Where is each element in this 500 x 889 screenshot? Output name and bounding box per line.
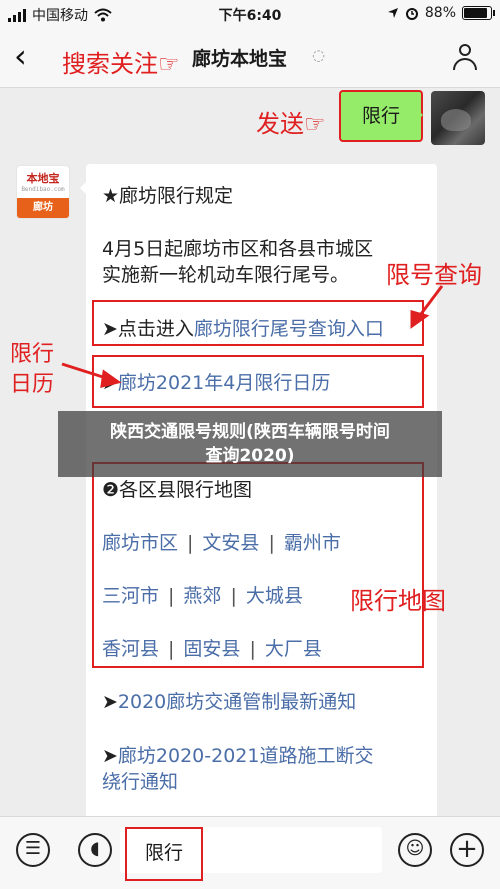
chat-title: 廊坊本地宝 xyxy=(192,48,288,70)
caption-line2: 查询2020) xyxy=(205,446,295,466)
status-bar: 中国移动 下午6:40 88% xyxy=(0,0,500,28)
logo-brand: 本地宝 xyxy=(26,172,60,185)
logo-url: Bendibao.com xyxy=(21,186,65,193)
annotation-search-follow: 搜索关注☞ xyxy=(62,50,180,78)
news-prefix: ➤ xyxy=(102,691,118,713)
annotation-calendar-line2: 日历 xyxy=(10,372,55,397)
voice-icon[interactable]: ◖ xyxy=(78,833,112,867)
card-intro-line2: 实施新一轮机动车限行尾号。 xyxy=(102,264,350,286)
location-arrow-icon xyxy=(387,8,398,18)
user-avatar[interactable] xyxy=(431,91,485,145)
status-right: 88% xyxy=(387,5,495,21)
plus-icon[interactable]: + xyxy=(450,833,484,867)
card-heading: ★廊坊限行规定 xyxy=(102,185,234,207)
road-prefix: ➤ xyxy=(102,745,118,767)
menu-list-icon[interactable]: ☰ xyxy=(16,833,50,867)
ear-icon: ◌ xyxy=(312,46,326,64)
battery-icon xyxy=(462,6,495,20)
annotation-calendar-line1: 限行 xyxy=(10,342,55,367)
annotation-send: 发送☞ xyxy=(256,110,326,138)
bendibao-logo-avatar[interactable]: 本地宝 Bendibao.com 廊坊 xyxy=(16,165,70,219)
highlight-box-map xyxy=(92,462,424,668)
highlight-box-query xyxy=(92,300,424,346)
highlight-box-calendar xyxy=(92,355,424,408)
person-icon[interactable] xyxy=(450,42,480,72)
chat-input-bar: ☰ ◖ 限行 ☺ + xyxy=(0,816,500,889)
battery-percent: 88% xyxy=(424,5,456,21)
logo-city: 廊坊 xyxy=(17,198,69,218)
emoji-icon[interactable]: ☺ xyxy=(398,833,432,867)
road-link-line1[interactable]: 廊坊2020-2021道路施工断交 xyxy=(118,745,374,767)
news-entry[interactable]: ➤2020廊坊交通管制最新通知 xyxy=(102,687,356,714)
alarm-icon xyxy=(405,8,418,20)
article-caption-overlay: 陕西交通限号规则(陕西车辆限号时间 查询2020) xyxy=(58,411,442,477)
news-link[interactable]: 2020廊坊交通管制最新通知 xyxy=(118,691,356,713)
caption-line1: 陕西交通限号规则(陕西车辆限号时间 xyxy=(110,422,390,442)
message-input-value[interactable]: 限行 xyxy=(125,827,203,881)
chevron-left-icon[interactable]: ‹ xyxy=(14,38,27,74)
annotation-restriction-map: 限行地图 xyxy=(350,587,446,615)
card-intro-line1: 4月5日起廊坊市区和各县市城区 xyxy=(102,238,374,260)
road-entry[interactable]: ➤廊坊2020-2021道路施工断交 xyxy=(102,741,374,768)
annotation-plate-query: 限号查询 xyxy=(386,261,482,289)
sent-message-bubble[interactable]: 限行 xyxy=(339,90,423,142)
road-link-line2[interactable]: 绕行通知 xyxy=(102,767,178,794)
